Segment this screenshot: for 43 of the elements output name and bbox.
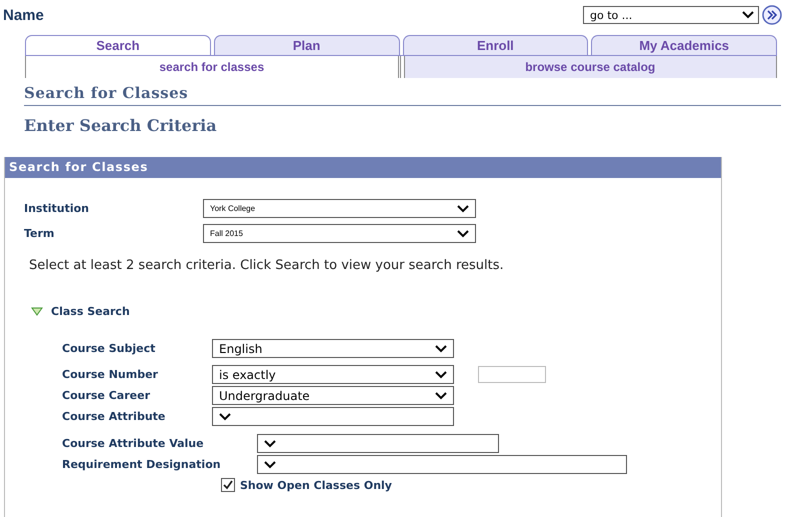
input-field[interactable] <box>478 366 546 383</box>
chevron-icon <box>264 460 276 468</box>
chevron-icon <box>435 392 447 400</box>
criteria-label: Requirement Designation <box>62 458 222 471</box>
panel-title: Search for Classes <box>5 157 721 178</box>
chevron-icon <box>457 204 469 212</box>
triangle-icon[interactable] <box>31 307 43 316</box>
checkbox[interactable] <box>221 478 235 492</box>
chevron-icon <box>742 11 754 19</box>
page-heading: Search for Classes <box>24 84 781 106</box>
dropdown[interactable]: English <box>212 339 454 358</box>
go-button[interactable] <box>762 5 782 25</box>
chevron-icon <box>264 440 276 448</box>
dropdown[interactable]: Undergraduate <box>212 386 454 405</box>
page-title: Name <box>3 6 44 24</box>
criteria-label: Course Attribute Value <box>62 437 205 450</box>
dropdown[interactable] <box>257 455 627 474</box>
instructions-text: Select at least 2 search criteria. Click Search to view your search results. <box>29 258 505 273</box>
chevron-icon <box>219 412 231 420</box>
dropdown[interactable]: Fall 2015 <box>203 224 476 243</box>
checkbox-label: Show Open Classes Only <box>240 478 392 492</box>
field-label: Term <box>23 227 56 240</box>
subtab[interactable]: search for classes <box>25 56 400 78</box>
criteria-label: Course Subject <box>62 342 156 355</box>
goto-dropdown[interactable]: go to ... <box>583 6 759 24</box>
section-heading: Enter Search Criteria <box>24 116 218 135</box>
tab[interactable]: Search <box>25 35 211 55</box>
dropdown[interactable] <box>257 434 499 453</box>
tab[interactable]: Enroll <box>402 35 588 55</box>
chevron-icon <box>435 344 447 352</box>
dropdown[interactable] <box>212 407 454 426</box>
tab[interactable]: Plan <box>214 35 400 55</box>
dropdown[interactable]: is exactly <box>212 365 454 384</box>
criteria-label: Course Career <box>62 389 151 402</box>
criteria-label: Course Attribute <box>62 410 166 423</box>
criteria-label: Course Number <box>62 368 159 381</box>
field-label: Institution <box>23 202 90 215</box>
dropdown[interactable]: York College <box>203 199 476 218</box>
chevron-icon <box>435 370 447 378</box>
subtab[interactable]: browse course catalog <box>404 56 777 78</box>
chevron-icon <box>457 230 469 238</box>
tab[interactable]: My Academics <box>591 35 777 55</box>
section-title[interactable]: Class Search <box>51 305 130 318</box>
